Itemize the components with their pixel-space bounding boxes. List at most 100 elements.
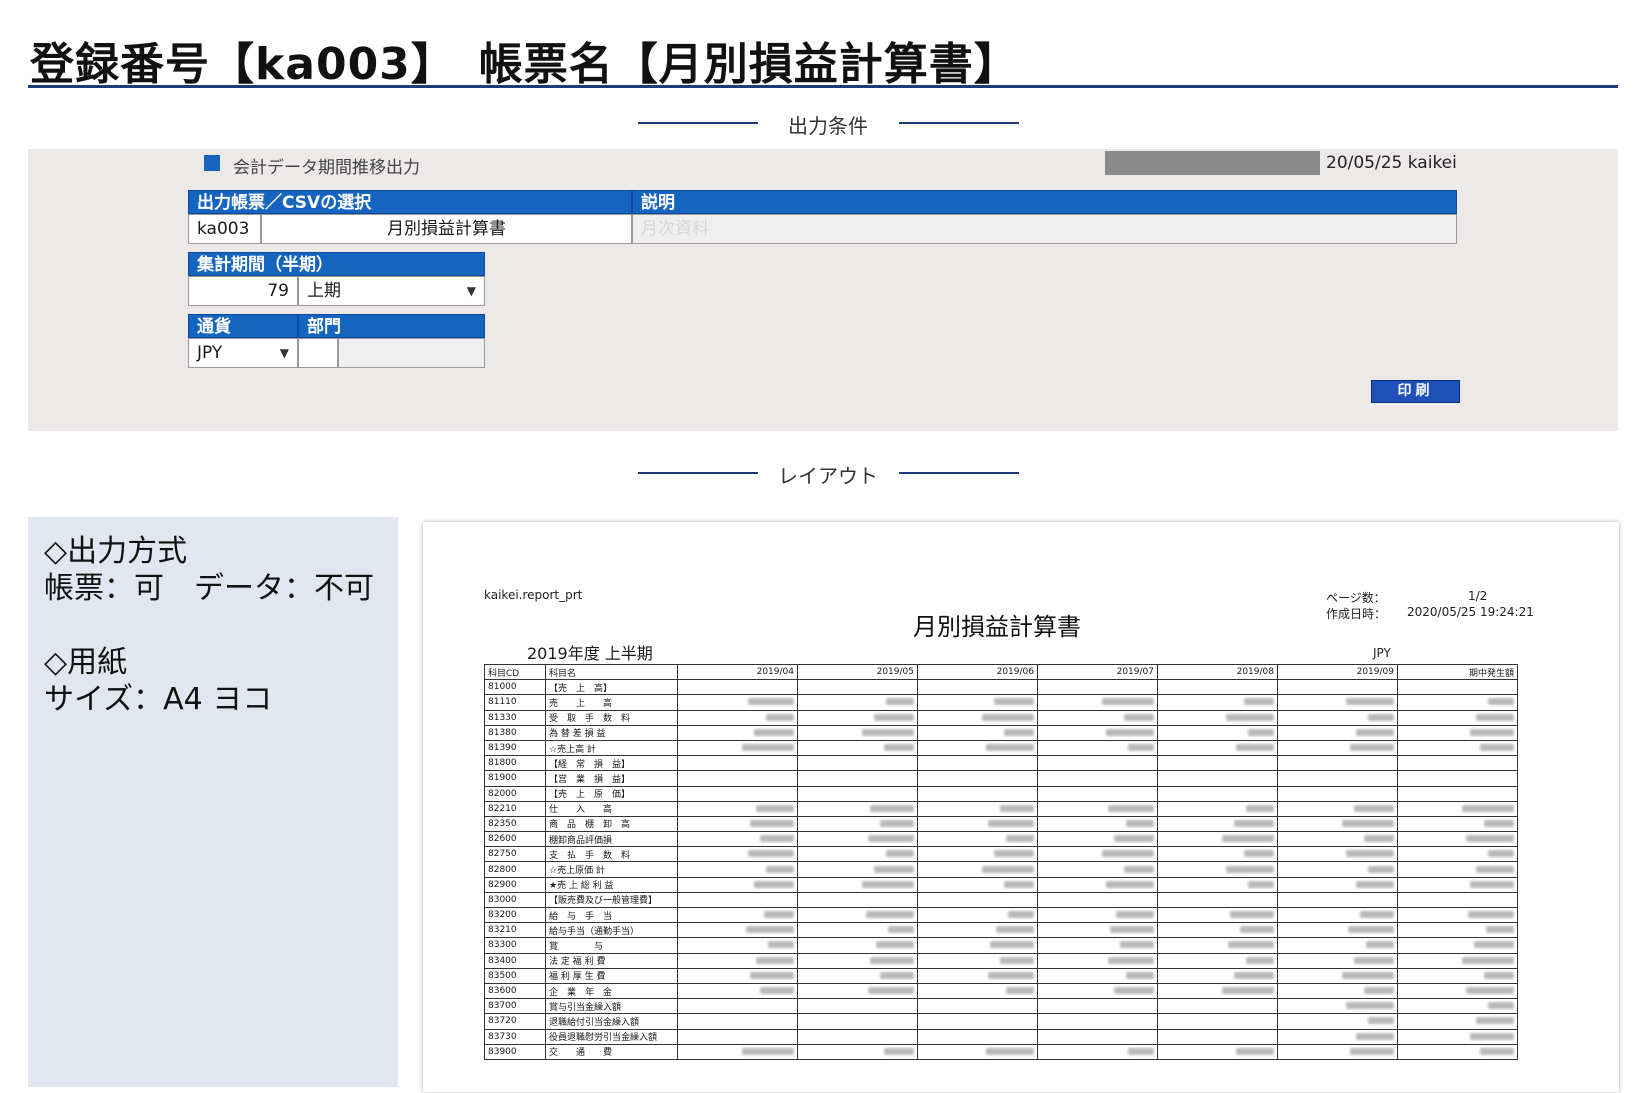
redacted-amount (1157, 785, 1278, 802)
redacted-amount (1277, 967, 1398, 984)
created-value: 2020/05/25 19:24:21 (1407, 605, 1534, 619)
redacted-amount (1037, 755, 1158, 772)
redacted-amount (917, 739, 1038, 757)
department-header: 部門 (298, 314, 485, 338)
redacted-amount (797, 876, 918, 893)
redacted-amount (1157, 967, 1278, 984)
redacted-amount (1037, 937, 1158, 954)
redacted-amount (1157, 922, 1278, 939)
blurred-value (1488, 1002, 1514, 1010)
blurred-value (1114, 987, 1154, 995)
section-heading-layout: レイアウト (778, 464, 878, 488)
redacted-amount (1277, 891, 1398, 909)
print-button[interactable]: 印刷 (1371, 380, 1460, 403)
table-row: 82000 【売 上 原 価】 (484, 785, 1518, 802)
blurred-value (994, 850, 1034, 858)
account-code: 82750 (484, 846, 546, 863)
blurred-value (1120, 941, 1154, 949)
redacted-amount (1397, 998, 1518, 1015)
redacted-amount (1157, 1028, 1278, 1045)
redacted-amount (677, 982, 798, 1000)
account-code: 82000 (484, 785, 546, 802)
blurred-value (1476, 713, 1514, 721)
column-header: 2019/09 (1277, 663, 1398, 681)
department-code-input[interactable] (298, 338, 338, 368)
redacted-amount (1157, 846, 1278, 863)
blurred-value (990, 941, 1034, 949)
redacted-amount (917, 770, 1038, 787)
blurred-value (862, 880, 914, 888)
page-title: 登録番号【ka003】 帳票名【月別損益計算書】 (30, 39, 1019, 90)
account-code: 82900 (484, 876, 546, 893)
redacted-amount (1277, 770, 1398, 787)
blurred-value (868, 835, 914, 843)
redacted-amount (1397, 800, 1518, 817)
blurred-value (1342, 971, 1394, 979)
account-code: 83900 (484, 1043, 546, 1060)
currency-select[interactable]: JPY ▼ (188, 338, 298, 368)
redacted-amount (1277, 937, 1398, 954)
blurred-value (880, 819, 914, 827)
redacted-amount (1037, 785, 1158, 802)
account-code: 83300 (484, 937, 546, 954)
redacted-amount (1157, 755, 1278, 772)
redacted-amount (1397, 891, 1518, 909)
report-description-field: 月次資料 (632, 214, 1457, 244)
redacted-amount (1037, 952, 1158, 969)
redacted-amount (1397, 906, 1518, 924)
blurred-value (888, 926, 914, 934)
redacted-amount (1397, 739, 1518, 757)
redacted-amount (1397, 967, 1518, 984)
redacted-amount (677, 998, 798, 1015)
blurred-value (1470, 728, 1514, 736)
blurred-value (1468, 911, 1514, 919)
blurred-value (1126, 819, 1154, 827)
redacted-amount (1157, 998, 1278, 1015)
redacted-amount (917, 982, 1038, 1000)
account-name: ☆売上原価 計 (545, 861, 678, 878)
redacted-amount (1037, 815, 1158, 833)
blurred-value (754, 728, 794, 736)
redacted-amount (797, 1043, 918, 1060)
term-input[interactable]: 79 (188, 276, 298, 306)
output-method-detail: 帳票：可 データ：不可 (44, 571, 374, 606)
redacted-amount (797, 679, 918, 696)
blurred-value (1462, 956, 1514, 964)
blurred-value (1244, 698, 1274, 706)
redacted-amount (797, 755, 918, 772)
redacted-amount (1037, 1043, 1158, 1060)
account-code: 83000 (484, 891, 546, 909)
redacted-amount (1037, 1013, 1158, 1030)
blurred-value (748, 698, 794, 706)
redacted-amount (677, 770, 798, 787)
redacted-amount (1277, 952, 1398, 969)
account-name: 企 業 年 金 (545, 982, 678, 1000)
blurred-value (1126, 971, 1154, 979)
redacted-amount (917, 952, 1038, 969)
blurred-value (1004, 728, 1034, 736)
redacted-amount (677, 831, 798, 848)
redacted-amount (1157, 982, 1278, 1000)
account-code: 81900 (484, 770, 546, 787)
redacted-amount (917, 1013, 1038, 1030)
blurred-value (876, 941, 914, 949)
redacted-amount (677, 1043, 798, 1060)
redacted-amount (917, 861, 1038, 878)
redacted-amount (1037, 770, 1158, 787)
redacted-amount (1277, 831, 1398, 848)
table-row: 83500 福 利 厚 生 費 (484, 967, 1518, 984)
redacted-amount (677, 1013, 798, 1030)
report-code-field[interactable]: ka003 (188, 214, 261, 244)
blurred-value (1368, 1017, 1394, 1025)
blurred-value (1350, 1047, 1394, 1055)
redacted-amount (1157, 1013, 1278, 1030)
redacted-amount (1397, 876, 1518, 893)
half-select[interactable]: 上期 ▼ (298, 276, 485, 306)
blurred-value (1346, 698, 1394, 706)
redacted-amount (1277, 861, 1398, 878)
blurred-value (1368, 713, 1394, 721)
blurred-value (1476, 1017, 1514, 1025)
redacted-amount (677, 755, 798, 772)
redacted-amount (1037, 739, 1158, 757)
blurred-value (994, 698, 1034, 706)
